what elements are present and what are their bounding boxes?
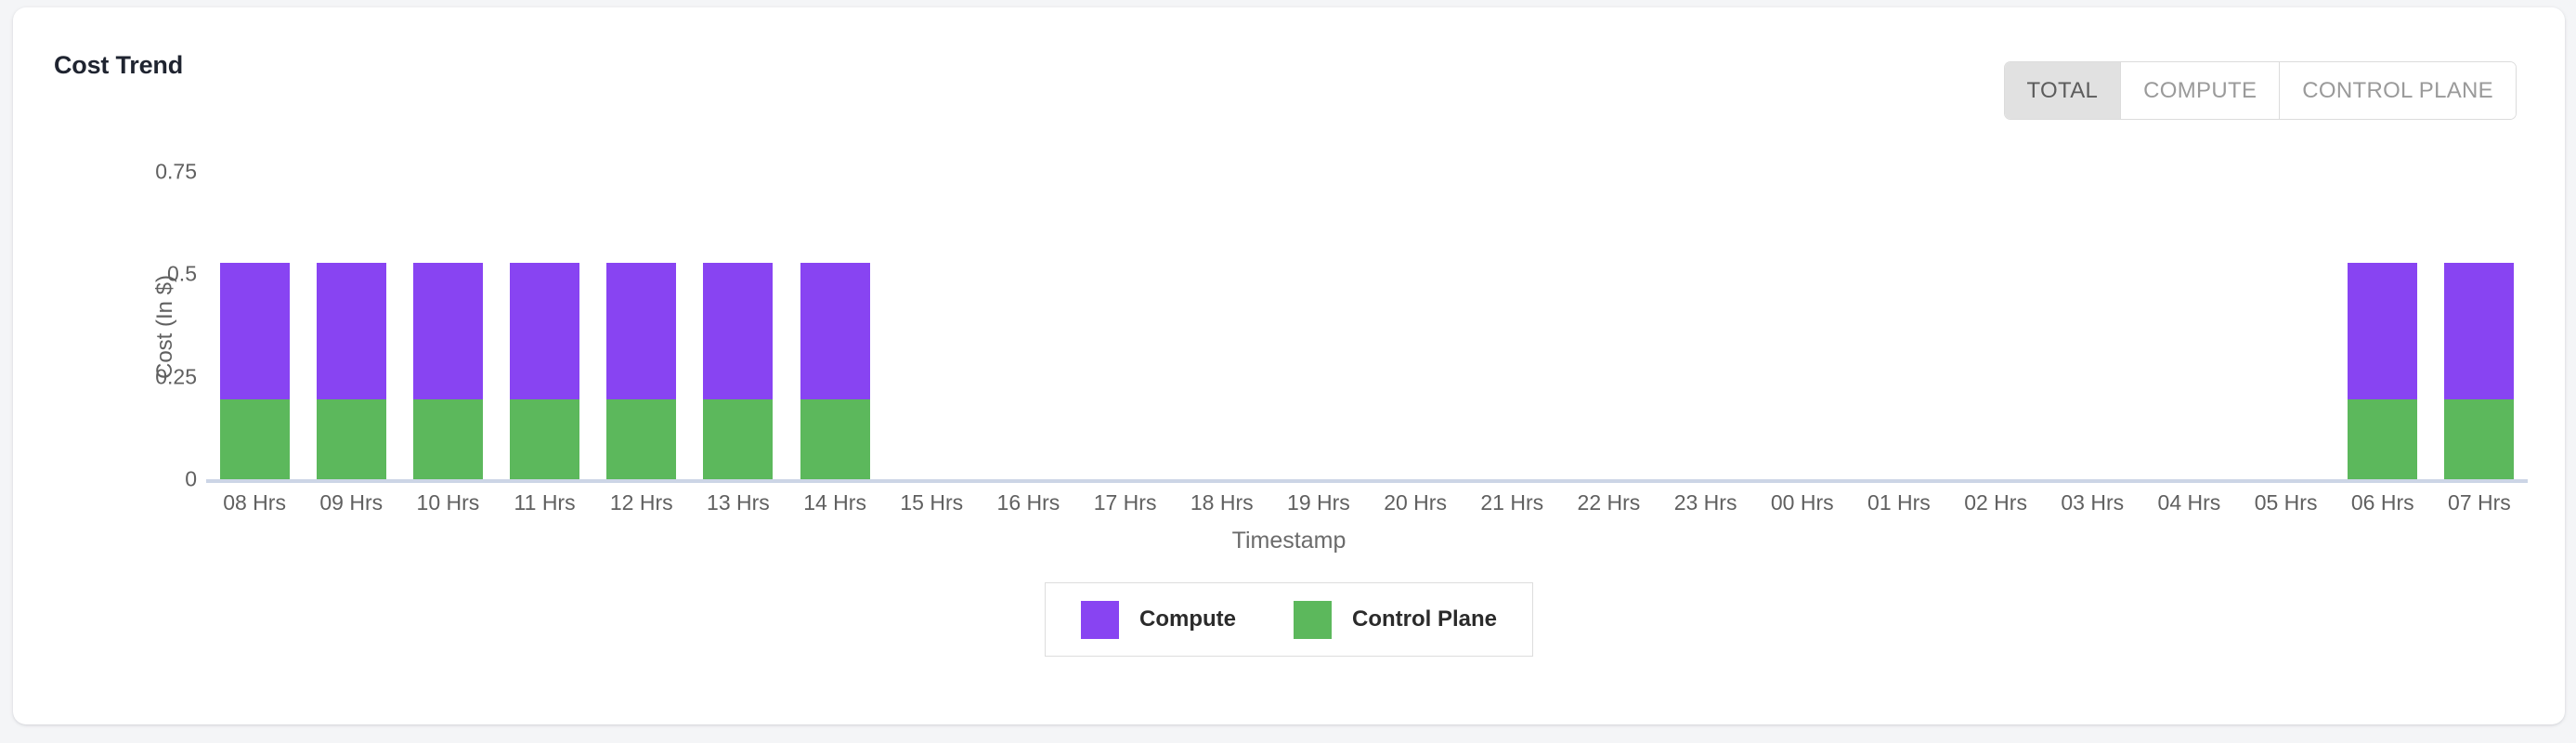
bar-segment-control-plane[interactable]	[2348, 398, 2418, 479]
x-tick-label: 15 Hrs	[900, 490, 964, 515]
bar-column[interactable]	[219, 263, 290, 479]
y-tick-label: 0.5	[167, 261, 197, 286]
x-tick-label: 07 Hrs	[2448, 490, 2511, 515]
y-tick-label: 0.25	[155, 364, 197, 389]
x-tick-label: 22 Hrs	[1577, 490, 1641, 515]
bar-column[interactable]	[2444, 263, 2515, 479]
legend-swatch-control-plane	[1293, 600, 1332, 639]
legend-label-control-plane: Control Plane	[1351, 606, 1498, 632]
x-tick-label: 12 Hrs	[609, 490, 673, 515]
bar-segment-compute[interactable]	[703, 263, 774, 399]
x-tick-label: 18 Hrs	[1190, 490, 1254, 515]
cost-trend-card: Cost Trend TOTAL COMPUTE CONTROL PLANE C…	[13, 7, 2565, 724]
x-tick-label: 09 Hrs	[319, 490, 384, 515]
x-tick-label: 16 Hrs	[996, 490, 1060, 515]
bar-segment-control-plane[interactable]	[219, 398, 290, 479]
x-tick-label: 19 Hrs	[1287, 490, 1350, 515]
bar-segment-compute[interactable]	[316, 263, 386, 399]
bar-segment-control-plane[interactable]	[2444, 398, 2515, 479]
y-tick-label: 0.75	[155, 159, 197, 184]
bar-segment-compute[interactable]	[2444, 263, 2515, 399]
x-tick-label: 11 Hrs	[514, 490, 576, 515]
y-tick-label: 0	[185, 466, 197, 491]
bar-segment-compute[interactable]	[2348, 263, 2418, 399]
y-axis-ticks: 0 0.25 0.5 0.75	[13, 7, 197, 724]
x-axis-line	[206, 479, 2528, 483]
x-tick-label: 10 Hrs	[416, 490, 480, 515]
x-axis-title: Timestamp	[1231, 528, 1347, 554]
bar-segment-compute[interactable]	[800, 263, 870, 399]
legend-swatch-compute	[1080, 600, 1119, 639]
bar-column[interactable]	[510, 263, 580, 479]
bar-segment-compute[interactable]	[510, 263, 580, 399]
bar-column[interactable]	[316, 263, 386, 479]
bar-column[interactable]	[2348, 263, 2418, 479]
x-tick-label: 20 Hrs	[1384, 490, 1447, 515]
bar-segment-control-plane[interactable]	[316, 398, 386, 479]
x-tick-label: 08 Hrs	[223, 490, 286, 515]
bar-segment-control-plane[interactable]	[800, 398, 870, 479]
bar-column[interactable]	[412, 263, 483, 479]
bar-segment-compute[interactable]	[219, 263, 290, 399]
legend-item-compute[interactable]: Compute	[1080, 600, 1236, 639]
x-tick-label: 14 Hrs	[803, 490, 866, 515]
x-tick-label: 04 Hrs	[2157, 490, 2221, 515]
x-tick-label: 03 Hrs	[2061, 490, 2125, 515]
bar-segment-control-plane[interactable]	[703, 398, 774, 479]
x-tick-label: 06 Hrs	[2350, 490, 2414, 515]
bar-segment-control-plane[interactable]	[606, 398, 677, 479]
bar-segment-control-plane[interactable]	[412, 398, 483, 479]
bar-column[interactable]	[703, 263, 774, 479]
cost-trend-chart: Cost (In $) 0 0.25 0.5 0.75 08 Hrs 09 Hrs 10 …	[13, 7, 2565, 724]
x-tick-label: 23 Hrs	[1673, 490, 1737, 515]
x-tick-label: 05 Hrs	[2254, 490, 2318, 515]
bar-segment-compute[interactable]	[606, 263, 677, 399]
chart-legend: Compute Control Plane	[1044, 582, 1534, 657]
legend-label-compute: Compute	[1138, 606, 1236, 632]
x-tick-label: 02 Hrs	[1964, 490, 2027, 515]
x-tick-label: 13 Hrs	[707, 490, 770, 515]
legend-item-control-plane[interactable]: Control Plane	[1293, 600, 1498, 639]
x-tick-label: 21 Hrs	[1480, 490, 1544, 515]
bar-segment-control-plane[interactable]	[510, 398, 580, 479]
x-tick-label: 01 Hrs	[1867, 490, 1931, 515]
x-axis-ticks: 08 Hrs 09 Hrs 10 Hrs 11 Hrs 12 Hrs 13 Hrs 14 H…	[206, 490, 2528, 528]
bar-column[interactable]	[800, 263, 870, 479]
x-tick-label: 00 Hrs	[1770, 490, 1834, 515]
bar-column[interactable]	[606, 263, 677, 479]
plot-area	[206, 151, 2528, 479]
x-tick-label: 17 Hrs	[1093, 490, 1157, 515]
bar-segment-compute[interactable]	[412, 263, 483, 399]
